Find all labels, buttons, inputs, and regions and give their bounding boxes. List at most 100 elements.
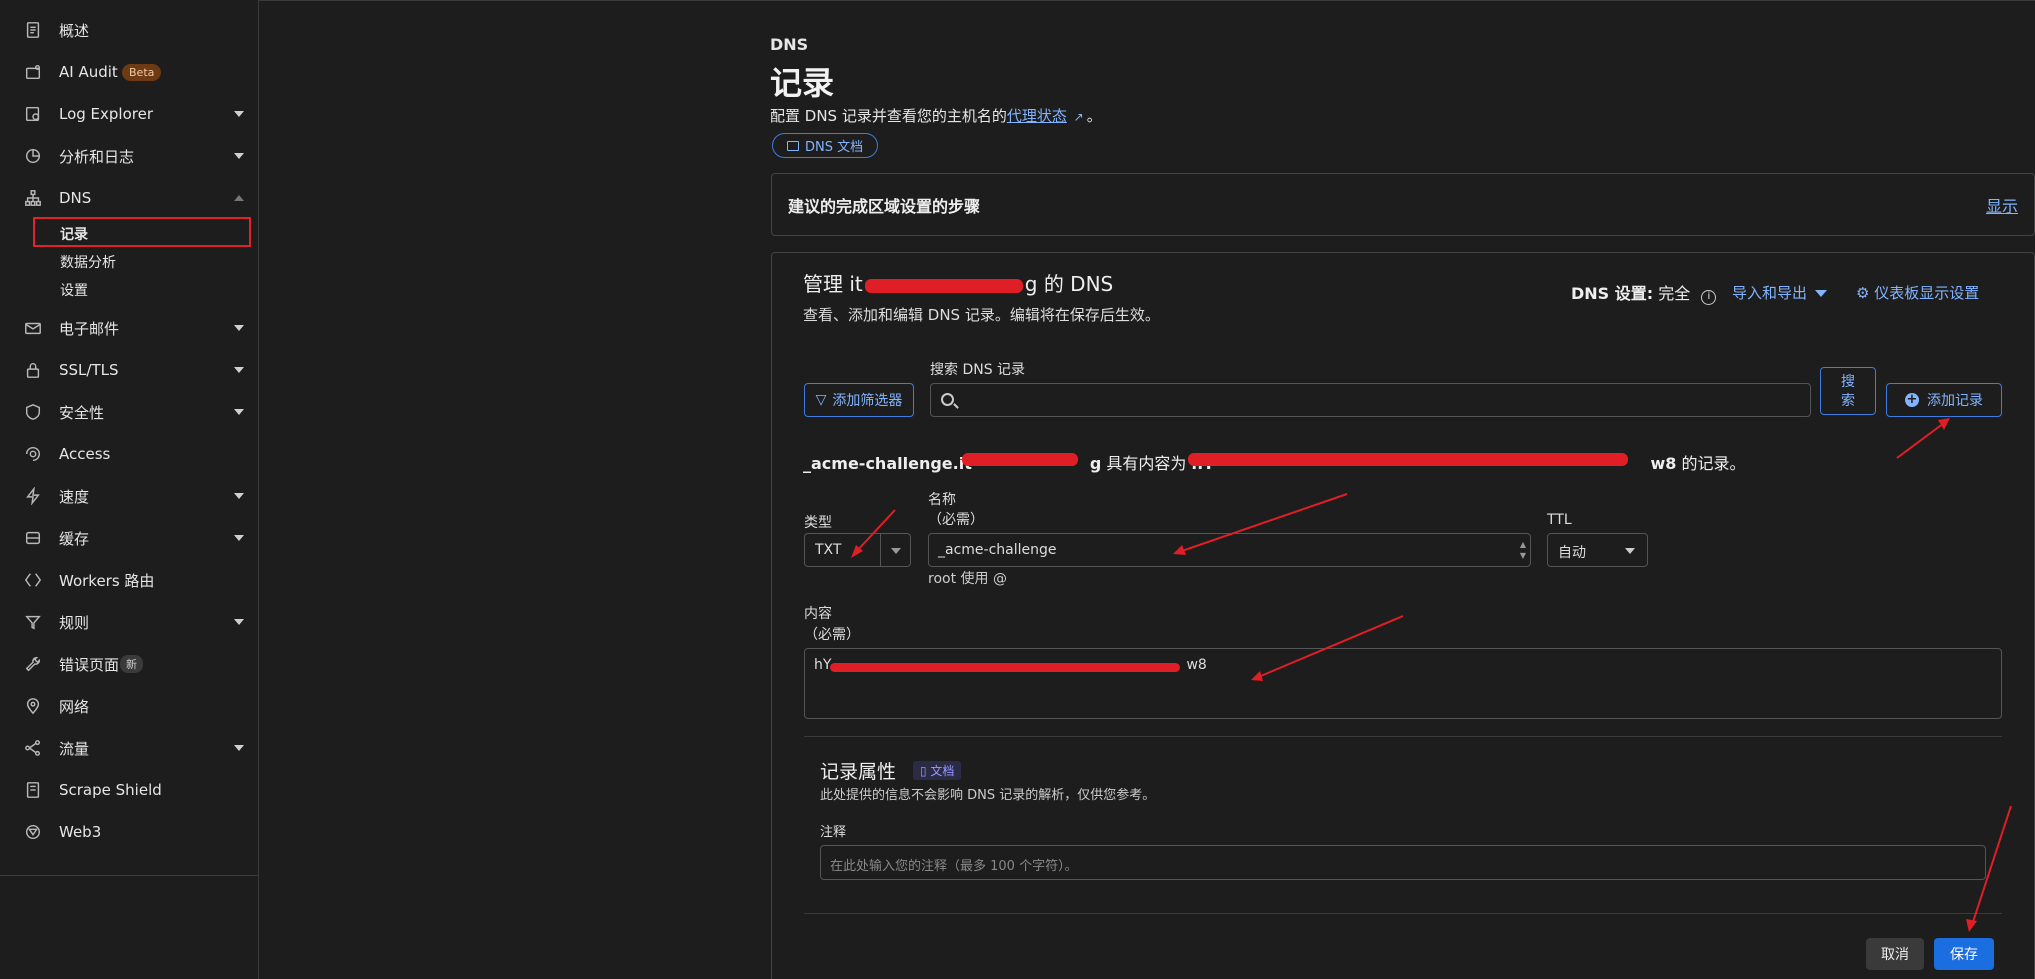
sidebar-item-web3[interactable]: Web3	[0, 817, 259, 847]
sidebar-subitem-settings[interactable]: 设置	[60, 280, 88, 300]
active-item-highlight	[33, 217, 251, 247]
email-icon	[23, 318, 43, 338]
redaction-mark	[962, 453, 1078, 466]
redaction-mark	[864, 278, 1023, 293]
search-input[interactable]	[930, 383, 1811, 417]
sidebar-item-label: SSL/TLS	[59, 361, 119, 379]
dashboard-settings-link[interactable]: ⚙ 仪表板显示设置	[1856, 282, 1979, 303]
import-export-dropdown[interactable]: 导入和导出	[1732, 282, 1828, 303]
plus-icon: +	[1905, 392, 1919, 407]
sidebar-divider	[0, 875, 259, 876]
chart-icon	[23, 146, 43, 166]
filter-button-label: 添加筛选器	[832, 393, 903, 409]
sidebar-item-overview[interactable]: 概述	[0, 15, 259, 45]
dns-docs-button[interactable]: DNS 文档	[772, 133, 879, 158]
sidebar-item-label: 电子邮件	[59, 319, 120, 338]
sidebar-item-speed[interactable]: 速度	[0, 481, 259, 511]
sidebar-item-label: Web3	[59, 823, 102, 841]
log-icon	[23, 104, 43, 124]
sidebar-item-cache[interactable]: 缓存	[0, 523, 259, 553]
manage-title-suffix: g 的 DNS	[1024, 272, 1114, 296]
book-icon: ▯	[920, 764, 931, 778]
page-title: 记录	[770, 64, 835, 102]
cache-icon	[23, 528, 43, 548]
cancel-button[interactable]: 取消	[1866, 938, 1924, 970]
network-tree-icon	[23, 188, 43, 208]
sidebar-item-label: Log Explorer	[59, 105, 154, 123]
sidebar-item-label: 分析和日志	[59, 147, 135, 166]
attributes-doc-link[interactable]: ▯ 文档	[913, 761, 962, 780]
sidebar-item-label: 网络	[59, 697, 90, 716]
note-input[interactable]: 在此处输入您的注释（最多 100 个字符）。	[820, 845, 1986, 880]
ttl-select[interactable]: 自动	[1547, 533, 1648, 567]
sidebar-item-access[interactable]: Access	[0, 439, 259, 469]
sidebar-subitem-analytics[interactable]: 数据分析	[60, 252, 116, 272]
resize-handle-icon[interactable]: ▲ ▼	[1520, 539, 1526, 561]
sidebar-item-label: Access	[59, 445, 111, 463]
sidebar-item-label: DNS	[59, 189, 92, 207]
name-label: 名称 （必需）	[928, 490, 984, 530]
content-textarea[interactable]: hY w8	[804, 648, 2002, 719]
rules-icon	[23, 612, 43, 632]
search-label: 搜索 DNS 记录	[930, 362, 1026, 378]
sidebar-item-workers[interactable]: Workers 路由	[0, 565, 259, 595]
name-input[interactable]: _acme-challenge ▲ ▼	[928, 533, 1531, 567]
import-export-label: 导入和导出	[1732, 284, 1808, 302]
summary-middle: 具有内容为	[1101, 454, 1192, 473]
section-divider	[804, 736, 2002, 737]
chevron-down-icon	[234, 153, 244, 159]
top-border	[0, 0, 2035, 1]
sidebar-item-dns[interactable]: DNS	[0, 183, 259, 213]
select-separator	[880, 534, 881, 566]
summary-name: _acme-challenge.it	[803, 454, 972, 473]
sidebar-item-rules[interactable]: 规则	[0, 607, 259, 637]
section-divider	[804, 913, 2002, 914]
sidebar-item-label: AI Audit	[59, 63, 118, 81]
sidebar-item-security[interactable]: 安全性	[0, 397, 259, 427]
chevron-down-icon	[234, 619, 244, 625]
add-filter-button[interactable]: ▽ 添加筛选器	[804, 383, 914, 417]
sidebar-item-log-explorer[interactable]: Log Explorer	[0, 99, 259, 129]
manage-title-prefix: 管理 it	[803, 272, 863, 296]
search-icon	[941, 393, 954, 406]
sidebar-item-ai-audit[interactable]: AI Audit Beta	[0, 57, 259, 87]
add-record-button[interactable]: + 添加记录	[1886, 383, 2002, 417]
chevron-down-icon	[1625, 548, 1635, 554]
sidebar-item-scrape-shield[interactable]: Scrape Shield	[0, 775, 259, 805]
manage-subtitle: 查看、添加和编辑 DNS 记录。编辑将在保存后生效。	[803, 306, 1160, 324]
sidebar-item-ssl[interactable]: SSL/TLS	[0, 355, 259, 385]
content-value-end: w8	[1186, 657, 1207, 673]
save-button[interactable]: 保存	[1934, 938, 1994, 970]
root-hint: root 使用 @	[928, 571, 1007, 587]
sidebar-item-network[interactable]: 网络	[0, 691, 259, 721]
sidebar-item-label: 规则	[59, 613, 90, 632]
chevron-down-icon	[234, 493, 244, 499]
sidebar-item-label: Workers 路由	[59, 571, 155, 590]
sidebar-item-analytics[interactable]: 分析和日志	[0, 141, 259, 171]
type-select[interactable]: TXT	[804, 533, 911, 567]
show-link[interactable]: 显示	[1986, 193, 2018, 217]
chevron-down-icon	[234, 325, 244, 331]
info-icon[interactable]: i	[1701, 290, 1717, 305]
search-button-line2: 索	[1841, 393, 1855, 409]
sidebar-item-label: 概述	[59, 21, 90, 40]
dashboard-settings-label: 仪表板显示设置	[1874, 284, 1980, 302]
breadcrumb[interactable]: DNS	[770, 35, 808, 54]
wrench-icon	[23, 654, 43, 674]
content-label: 内容 （必需）	[804, 604, 860, 646]
book-icon	[787, 140, 799, 151]
search-button-line1: 搜	[1841, 374, 1855, 390]
proxy-status-link[interactable]: 代理状态	[1007, 107, 1067, 125]
sidebar-item-label: 缓存	[59, 529, 90, 548]
sidebar-item-email[interactable]: 电子邮件	[0, 313, 259, 343]
workers-icon	[23, 570, 43, 590]
redaction-mark	[1188, 453, 1628, 466]
chevron-down-icon	[234, 111, 244, 117]
beta-badge: Beta	[122, 63, 162, 81]
lock-icon	[23, 360, 43, 380]
sidebar-item-error-pages[interactable]: 错误页面 新	[0, 649, 259, 679]
search-button[interactable]: 搜 索	[1820, 367, 1876, 415]
manage-title: 管理 it g 的 DNS	[803, 268, 1113, 297]
content-value-start: hY	[814, 657, 832, 673]
sidebar-item-traffic[interactable]: 流量	[0, 733, 259, 763]
